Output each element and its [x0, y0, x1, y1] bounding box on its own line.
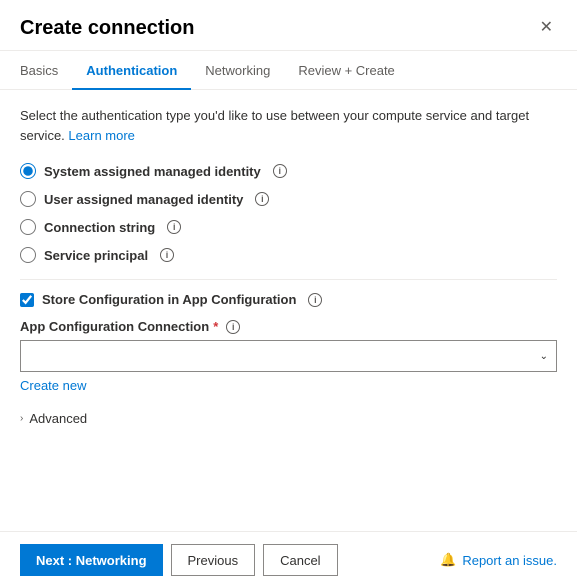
radio-system-managed[interactable]: System assigned managed identity i: [20, 163, 557, 179]
radio-service-principal-label: Service principal: [44, 248, 148, 263]
radio-service-principal[interactable]: Service principal i: [20, 247, 557, 263]
description-text: Select the authentication type you'd lik…: [20, 106, 557, 145]
radio-connection-string-label: Connection string: [44, 220, 155, 235]
close-button[interactable]: ✕: [536, 16, 557, 40]
next-button[interactable]: Next : Networking: [20, 544, 163, 576]
store-config-info-icon[interactable]: i: [308, 293, 322, 307]
radio-user-managed-label: User assigned managed identity: [44, 192, 243, 207]
connection-string-info-icon[interactable]: i: [167, 220, 181, 234]
create-connection-dialog: Create connection ✕ Basics Authenticatio…: [0, 0, 577, 588]
radio-connection-string-input[interactable]: [20, 219, 36, 235]
chevron-down-icon: ⌄: [540, 351, 548, 362]
chevron-right-icon: ›: [20, 413, 23, 424]
required-marker: *: [213, 319, 218, 334]
auth-type-radio-group: System assigned managed identity i User …: [20, 163, 557, 263]
advanced-label: Advanced: [29, 411, 87, 426]
tab-bar: Basics Authentication Networking Review …: [0, 51, 577, 90]
radio-system-managed-input[interactable]: [20, 163, 36, 179]
tab-basics[interactable]: Basics: [20, 51, 72, 90]
learn-more-link[interactable]: Learn more: [68, 128, 134, 143]
divider: [20, 279, 557, 280]
radio-system-managed-label: System assigned managed identity: [44, 164, 261, 179]
report-issue-link[interactable]: 🔔 Report an issue.: [440, 552, 557, 568]
service-principal-info-icon[interactable]: i: [160, 248, 174, 262]
cancel-button[interactable]: Cancel: [263, 544, 337, 576]
report-icon: 🔔: [440, 552, 456, 568]
app-config-field-label: App Configuration Connection * i: [20, 319, 557, 334]
system-managed-info-icon[interactable]: i: [273, 164, 287, 178]
report-label: Report an issue.: [462, 553, 557, 568]
tab-networking[interactable]: Networking: [191, 51, 284, 90]
radio-user-managed[interactable]: User assigned managed identity i: [20, 191, 557, 207]
store-config-checkbox[interactable]: [20, 293, 34, 307]
previous-button[interactable]: Previous: [171, 544, 256, 576]
radio-service-principal-input[interactable]: [20, 247, 36, 263]
app-config-info-icon[interactable]: i: [226, 320, 240, 334]
create-new-link[interactable]: Create new: [20, 378, 86, 393]
store-config-label: Store Configuration in App Configuration: [42, 292, 296, 307]
advanced-section: › Advanced: [20, 407, 557, 430]
tab-authentication[interactable]: Authentication: [72, 51, 191, 90]
dialog-title: Create connection: [20, 17, 194, 40]
advanced-toggle-button[interactable]: › Advanced: [20, 407, 87, 430]
tab-content: Select the authentication type you'd lik…: [0, 90, 577, 531]
store-config-row: Store Configuration in App Configuration…: [20, 292, 557, 307]
user-managed-info-icon[interactable]: i: [255, 192, 269, 206]
dialog-header: Create connection ✕: [0, 0, 577, 51]
dialog-footer: Next : Networking Previous Cancel 🔔 Repo…: [0, 531, 577, 588]
radio-connection-string[interactable]: Connection string i: [20, 219, 557, 235]
radio-user-managed-input[interactable]: [20, 191, 36, 207]
tab-review-create[interactable]: Review + Create: [284, 51, 408, 90]
app-config-dropdown[interactable]: ⌄: [20, 340, 557, 372]
